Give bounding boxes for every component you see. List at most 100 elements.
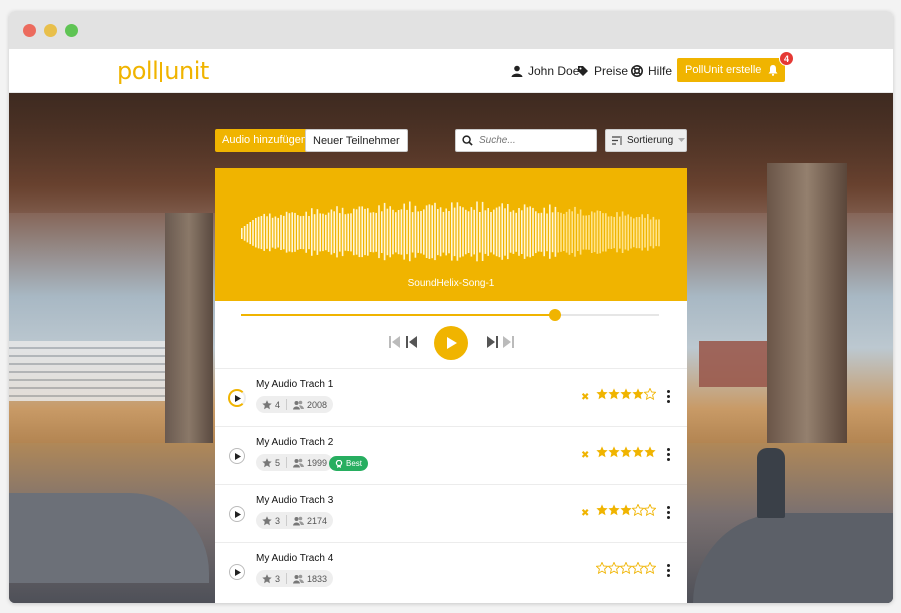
- star-filled-icon[interactable]: [608, 504, 620, 516]
- waveform-bar: [507, 204, 509, 260]
- star-filled-icon[interactable]: [620, 504, 632, 516]
- waveform-bar: [277, 217, 279, 248]
- waveform-bar: [414, 205, 417, 258]
- more-options-icon[interactable]: [667, 564, 670, 577]
- track-play-button[interactable]: [229, 448, 245, 464]
- star-empty-icon[interactable]: [644, 388, 656, 400]
- price-tag-icon: [578, 66, 588, 76]
- waveform-bar: [526, 207, 529, 257]
- waveform-bar: [473, 209, 475, 255]
- progress-bar[interactable]: [241, 309, 659, 321]
- star-rating[interactable]: [596, 446, 656, 458]
- users-icon: [293, 458, 305, 467]
- more-options-icon[interactable]: [667, 390, 670, 403]
- waveform-bar: [249, 222, 251, 245]
- waveform-bar: [425, 205, 428, 258]
- star-filled-icon[interactable]: [608, 446, 620, 458]
- more-options-icon[interactable]: [667, 448, 670, 461]
- star-filled-icon[interactable]: [596, 504, 608, 516]
- waveform-bar: [465, 209, 467, 255]
- star-empty-icon[interactable]: [608, 562, 620, 574]
- close-window-button[interactable]: [23, 24, 36, 37]
- star-rating[interactable]: [596, 388, 656, 400]
- song-title: SoundHelix-Song-1: [407, 278, 495, 289]
- new-participant-button[interactable]: Neuer Teilnehmer: [305, 129, 408, 152]
- play-button[interactable]: [434, 326, 468, 360]
- waveform-bar: [288, 213, 291, 252]
- skip-forward-button[interactable]: [485, 335, 515, 349]
- star-filled-icon[interactable]: [596, 388, 608, 400]
- waveform-bar: [641, 214, 643, 251]
- waveform-bar: [400, 209, 403, 255]
- more-options-icon[interactable]: [667, 506, 670, 519]
- waveform-bar: [434, 202, 436, 261]
- track-row[interactable]: My Audio Trach 1 4 2008 ✖: [215, 368, 687, 426]
- star-rating[interactable]: [596, 562, 656, 574]
- track-play-button[interactable]: [229, 564, 245, 580]
- track-name: My Audio Trach 1: [256, 379, 334, 390]
- waveform-bar: [409, 201, 411, 262]
- clear-rating-icon[interactable]: ✖: [581, 450, 589, 461]
- star-empty-icon[interactable]: [632, 562, 644, 574]
- rating-count: 3: [275, 573, 281, 584]
- waveform-bar: [546, 213, 548, 252]
- star-empty-icon[interactable]: [644, 504, 656, 516]
- star-filled-icon[interactable]: [632, 388, 644, 400]
- track-play-button[interactable]: [229, 506, 245, 522]
- waveform-bar: [543, 207, 545, 257]
- star-empty-icon[interactable]: [632, 504, 644, 516]
- clear-rating-icon[interactable]: ✖: [581, 392, 589, 403]
- star-empty-icon[interactable]: [620, 562, 632, 574]
- waveform-bar: [302, 215, 305, 250]
- logo-text-left: poll: [117, 57, 159, 85]
- track-row[interactable]: My Audio Trach 2 5 1999 Best ✖: [215, 426, 687, 484]
- skip-back-icon: [389, 336, 417, 348]
- search-input[interactable]: [479, 135, 589, 146]
- waveform[interactable]: [241, 196, 661, 276]
- progress-knob[interactable]: [548, 309, 561, 321]
- waveform-bar: [504, 208, 506, 256]
- waveform-bar: [274, 216, 277, 249]
- track-play-button[interactable]: [228, 389, 246, 407]
- star-filled-icon[interactable]: [608, 388, 620, 400]
- users-icon: [293, 400, 305, 409]
- waveform-bar: [319, 213, 321, 252]
- waveform-bar: [607, 216, 610, 249]
- track-stats: 3 2174: [256, 512, 334, 529]
- sort-dropdown[interactable]: Sortierung: [605, 129, 687, 152]
- play-icon: [234, 452, 241, 460]
- track-row[interactable]: My Audio Trach 4 3 1833: [215, 542, 687, 600]
- prices-link[interactable]: Preise: [577, 64, 628, 78]
- user-name: John Doe: [528, 64, 580, 78]
- star-rating[interactable]: [596, 504, 656, 516]
- waveform-bar: [428, 204, 431, 259]
- waveform-bar: [361, 206, 363, 258]
- star-filled-icon[interactable]: [596, 446, 608, 458]
- participant-count: 2174: [307, 515, 328, 526]
- waveform-bar: [263, 213, 265, 251]
- best-label: Best: [346, 459, 363, 468]
- user-menu[interactable]: John Doe: [511, 64, 579, 78]
- add-audio-button[interactable]: Audio hinzufügen: [215, 129, 315, 152]
- waveform-bar: [579, 209, 582, 255]
- waveform-bar: [325, 214, 327, 251]
- waveform-bar: [498, 206, 501, 258]
- star-filled-icon[interactable]: [644, 446, 656, 458]
- clear-rating-icon[interactable]: ✖: [581, 508, 589, 519]
- pollunit-logo[interactable]: poll unit: [117, 57, 209, 85]
- help-label: Hilfe: [648, 64, 673, 78]
- star-filled-icon[interactable]: [620, 446, 632, 458]
- maximize-window-button[interactable]: [65, 24, 78, 37]
- search-box: [455, 129, 597, 152]
- waveform-bar: [341, 207, 344, 257]
- star-filled-icon[interactable]: [620, 388, 632, 400]
- star-filled-icon[interactable]: [632, 446, 644, 458]
- waveform-bar: [630, 216, 632, 249]
- minimize-window-button[interactable]: [44, 24, 57, 37]
- help-link[interactable]: Hilfe: [631, 64, 672, 78]
- track-row[interactable]: My Audio Trach 3 3 2174 ✖: [215, 484, 687, 542]
- skip-back-button[interactable]: [389, 335, 419, 349]
- rating-count: 5: [275, 457, 281, 468]
- star-empty-icon[interactable]: [596, 562, 608, 574]
- star-empty-icon[interactable]: [644, 562, 656, 574]
